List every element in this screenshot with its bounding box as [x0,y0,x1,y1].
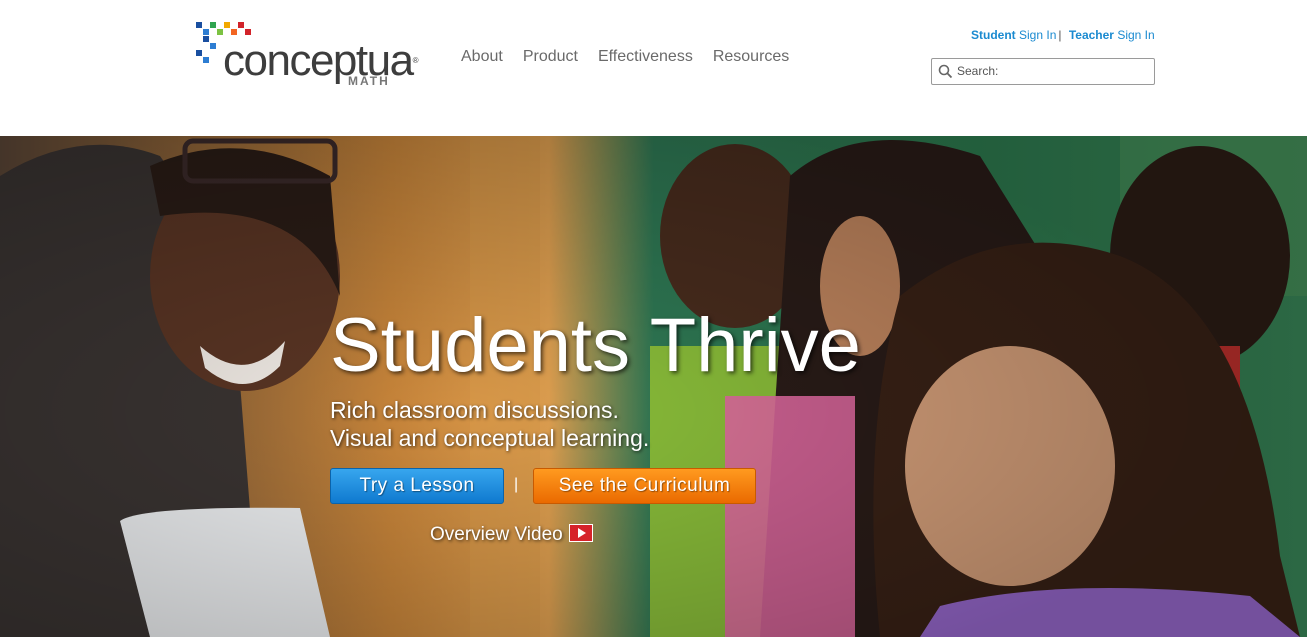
main-nav: About Product Effectiveness Resources [451,48,799,66]
signin-links: Student Sign In | Teacher Sign In [971,28,1155,42]
hero-banner: Students Thrive Rich classroom discussio… [0,136,1307,637]
hero-title: Students Thrive [330,303,861,388]
nav-about[interactable]: About [451,48,513,66]
site-header: conceptua® MATH About Product Effectiven… [0,0,1307,136]
overview-video-label: Overview Video [430,524,563,545]
try-a-lesson-button[interactable]: Try a Lesson [330,468,504,504]
overview-video-link[interactable]: Overview Video [430,523,593,546]
button-separator: | [514,476,519,493]
nav-product[interactable]: Product [513,48,588,66]
signin-separator: | [1058,28,1062,42]
search-box[interactable] [931,58,1155,85]
play-icon [568,523,593,542]
hero-subtitle: Rich classroom discussions. Visual and c… [330,396,649,452]
hero-subtitle-line-2: Visual and conceptual learning. [330,425,650,451]
nav-resources[interactable]: Resources [703,48,799,66]
search-input[interactable] [957,62,1147,80]
logo-subtitle: MATH [348,74,390,88]
nav-effectiveness[interactable]: Effectiveness [588,48,703,66]
teacher-signin-link[interactable]: Teacher Sign In [1069,28,1155,42]
conceptua-math-logo[interactable]: conceptua® MATH [196,22,418,88]
hero-subtitle-line-1: Rich classroom discussions. [330,397,619,423]
see-the-curriculum-button[interactable]: See the Curriculum [533,468,756,504]
search-icon [938,64,953,79]
student-signin-link[interactable]: Student Sign In [971,28,1056,42]
